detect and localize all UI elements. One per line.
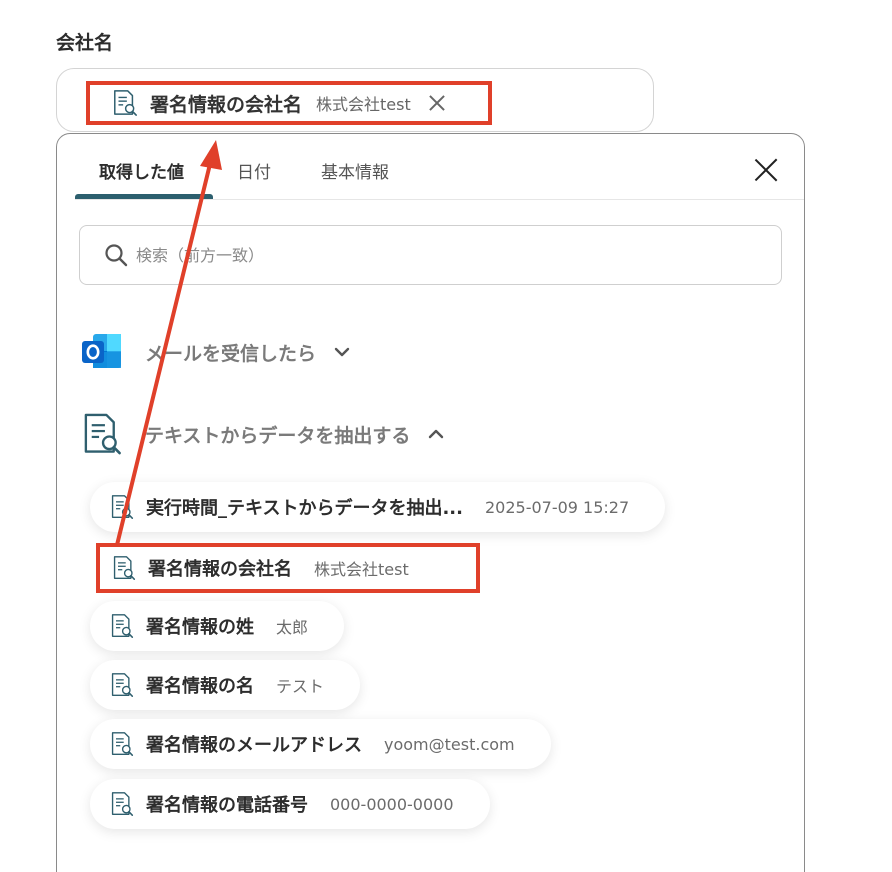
search-box[interactable] [79,225,782,285]
item-name: 署名情報の姓 [146,617,254,638]
document-search-icon [110,612,134,640]
tab-date[interactable]: 日付 [237,158,271,183]
item-name: 実行時間_テキストからデータを抽出... [146,498,463,519]
list-item[interactable]: 署名情報のメールアドレス yoom@test.com [90,719,551,769]
document-search-icon [81,412,123,456]
list-item-company-name[interactable]: 署名情報の会社名 株式会社test [96,543,480,593]
list-item[interactable]: 署名情報の姓 太郎 [90,601,345,651]
item-name: 署名情報の電話番号 [146,795,308,816]
section-title: テキストからデータを抽出する [145,424,411,447]
active-tab-indicator [75,194,213,199]
tag-name: 署名情報の会社名 [150,93,303,116]
chevron-up-icon[interactable] [426,424,446,444]
tag-remove-icon[interactable] [427,93,447,113]
document-search-icon [112,554,136,582]
item-name: 署名情報の名 [146,676,254,697]
company-name-field[interactable]: 署名情報の会社名 株式会社test [56,68,654,132]
close-icon[interactable] [754,158,778,182]
item-value: 株式会社test [314,560,409,579]
search-input[interactable] [136,245,696,265]
document-search-icon [110,790,134,818]
field-label: 会社名 [56,32,114,54]
list-item[interactable]: 署名情報の電話番号 000-0000-0000 [90,779,490,829]
outlook-icon [82,334,121,368]
document-search-icon [112,89,138,117]
item-value: 太郎 [276,618,309,637]
document-search-icon [110,671,134,699]
section-extract-text[interactable]: テキストからデータを抽出する [81,412,446,456]
item-value: yoom@test.com [384,734,515,754]
list-item[interactable]: 署名情報の名 テスト [90,660,361,710]
tab-basic-info[interactable]: 基本情報 [321,158,389,183]
tab-bar: 取得した値 日付 基本情報 [75,134,804,200]
list-item[interactable]: 実行時間_テキストからデータを抽出... 2025-07-09 15:27 [90,482,666,532]
tag-value: 株式会社test [316,95,411,114]
chevron-down-icon[interactable] [332,342,352,362]
value-picker-panel: 取得した値 日付 基本情報 メールを受信したら テキストからデータを抽出する [56,133,805,872]
document-search-icon [110,493,134,521]
tab-acquired-values[interactable]: 取得した値 [99,158,184,183]
section-title: メールを受信したら [145,342,317,365]
section-email-received[interactable]: メールを受信したら [81,332,352,372]
search-icon [105,244,128,267]
item-name: 署名情報のメールアドレス [146,735,362,756]
item-value: 2025-07-09 15:27 [484,497,630,517]
document-search-icon [110,730,134,758]
item-value: テスト [276,677,325,696]
item-value: 000-0000-0000 [330,794,454,814]
item-name: 署名情報の会社名 [148,559,292,580]
selected-value-tag[interactable]: 署名情報の会社名 株式会社test [86,81,492,125]
